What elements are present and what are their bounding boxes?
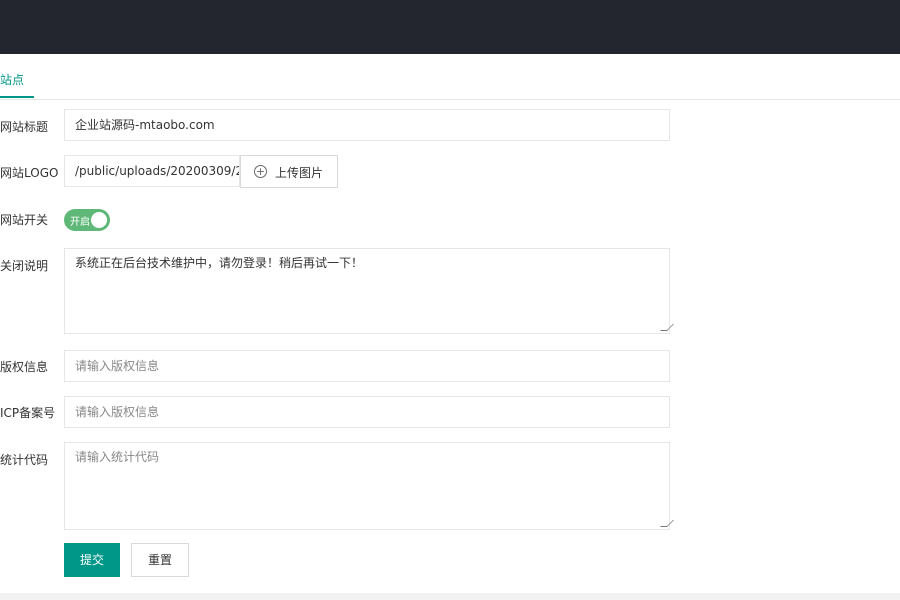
upload-image-label: 上传图片 [275, 166, 324, 180]
upload-image-button[interactable]: + 上传图片 [240, 155, 338, 188]
resize-grip-icon[interactable] [660, 324, 674, 331]
toggle-knob [91, 212, 107, 228]
icp-label: ICP备案号 [0, 406, 56, 420]
resize-grip-icon[interactable] [660, 520, 674, 527]
tab-bar: 站点 [0, 54, 900, 100]
site-switch-text: 开启 [70, 217, 90, 228]
tab-site[interactable]: 站点 [0, 71, 24, 88]
site-title-input[interactable]: 企业站源码-mtaobo.com [64, 109, 670, 141]
site-switch-label: 网站开关 [0, 213, 49, 227]
stats-code-textarea[interactable]: 请输入统计代码 [64, 442, 674, 530]
submit-button[interactable]: 提交 [64, 543, 120, 577]
stats-code-placeholder: 请输入统计代码 [75, 450, 160, 464]
tab-active-indicator [0, 96, 34, 98]
plus-circle-icon: + [254, 165, 267, 178]
copyright-label: 版权信息 [0, 360, 49, 374]
bottom-bar [0, 593, 900, 600]
close-notice-label: 关闭说明 [0, 259, 49, 273]
site-switch-toggle[interactable]: 开启 [64, 209, 110, 231]
close-notice-textarea[interactable]: 系统正在后台技术维护中，请勿登录！稍后再试一下！ [64, 248, 674, 334]
icp-input[interactable]: 请输入版权信息 [64, 396, 670, 428]
site-title-label: 网站标题 [0, 120, 49, 134]
close-notice-text: 系统正在后台技术维护中，请勿登录！稍后再试一下！ [75, 256, 364, 270]
site-logo-input[interactable]: /public/uploads/20200309/20 [64, 155, 240, 187]
stats-code-label: 统计代码 [0, 453, 49, 467]
copyright-input[interactable]: 请输入版权信息 [64, 350, 670, 382]
reset-button[interactable]: 重置 [131, 543, 189, 577]
site-logo-label: 网站LOGO [0, 166, 59, 180]
top-header-bar [0, 0, 900, 54]
